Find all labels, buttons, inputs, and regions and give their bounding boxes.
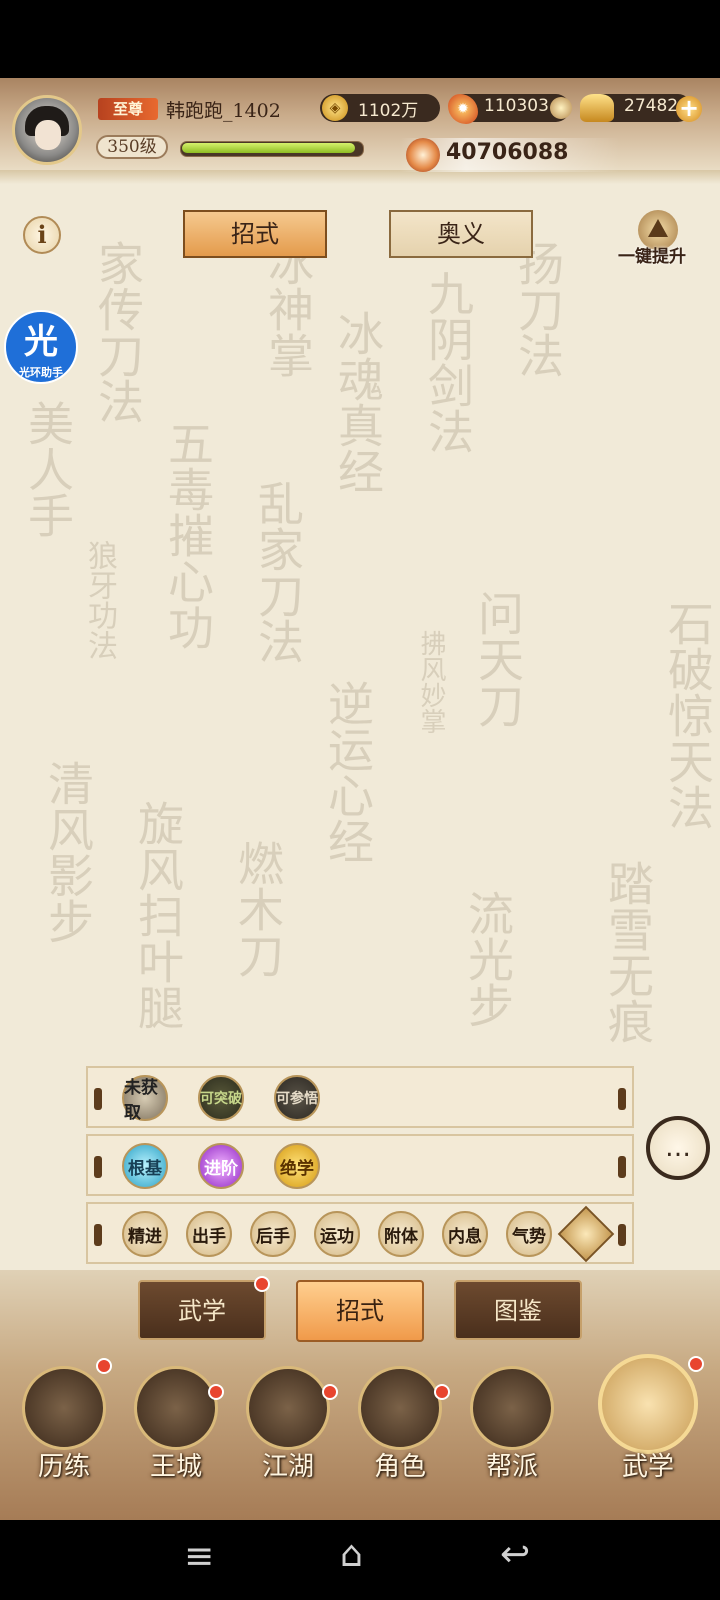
filter-comprehendable[interactable]: 可参悟 <box>274 1075 320 1121</box>
scroll-end-icon <box>618 1224 626 1246</box>
bg-title: 流光步 <box>461 890 515 1028</box>
bg-title: 冰神掌 <box>261 240 315 378</box>
silver-coin-icon <box>550 97 572 119</box>
home-icon[interactable]: ⌂ <box>340 1534 363 1575</box>
back-icon[interactable]: ↩ <box>500 1534 530 1575</box>
scroll-icon <box>598 1354 698 1454</box>
filter-basic[interactable]: 根基 <box>122 1143 168 1189</box>
player-level: 350级 <box>96 135 168 159</box>
notification-dot <box>322 1384 338 1400</box>
nav-training[interactable]: 历练 <box>10 1360 118 1482</box>
player-name: 韩跑跑_1402 <box>166 100 281 122</box>
copper-value: 1102万 <box>358 101 419 121</box>
rank-badge: 至尊 <box>98 98 158 120</box>
scroll-end-icon <box>618 1088 626 1110</box>
filter-ultimate[interactable]: 绝学 <box>274 1143 320 1189</box>
gold-ingot-icon <box>580 94 614 122</box>
bg-title: 拂风妙掌 <box>416 630 446 734</box>
nav-label: 江湖 <box>261 1452 314 1482</box>
bg-title: 美人手 <box>21 400 75 538</box>
guild-icon <box>470 1366 554 1450</box>
xp-bar-fill <box>182 143 355 153</box>
scroll-end-icon <box>94 1156 102 1178</box>
subtab-atlas[interactable]: 图鉴 <box>454 1280 582 1340</box>
nav-jianghu[interactable]: 江湖 <box>234 1360 342 1482</box>
filter-unobtained[interactable]: 未获取 <box>122 1075 168 1123</box>
filter-advanced[interactable]: 进阶 <box>198 1143 244 1189</box>
filter-row-tier: 根基 进阶 绝学 <box>86 1134 634 1196</box>
nav-guild[interactable]: 帮派 <box>458 1360 566 1482</box>
filter-breakable[interactable]: 可突破 <box>198 1075 244 1121</box>
filter-type[interactable]: 气势 <box>506 1211 552 1257</box>
expand-filters-icon[interactable] <box>557 1205 615 1263</box>
nav-label: 帮派 <box>485 1452 538 1482</box>
notification-dot <box>208 1384 224 1400</box>
info-button[interactable]: i <box>23 216 61 254</box>
one-click-upgrade-label: 一键提升 <box>618 247 686 267</box>
bg-title: 乱家刀法 <box>251 480 305 664</box>
bg-title: 逆运心经 <box>321 680 375 864</box>
subtab-martial-arts[interactable]: 武学 <box>138 1280 266 1340</box>
nav-martial-arts[interactable]: 武学 <box>594 1354 702 1482</box>
bg-title: 冰魂真经 <box>331 310 385 494</box>
halo-assistant-icon: 光 <box>24 322 58 362</box>
menu-icon[interactable]: ≡ <box>184 1536 214 1577</box>
tab-moves[interactable]: 招式 <box>183 210 327 258</box>
nav-label: 王城 <box>149 1452 202 1482</box>
notification-dot <box>434 1384 450 1400</box>
training-icon <box>22 1366 106 1450</box>
filter-type[interactable]: 附体 <box>378 1211 424 1257</box>
bg-title: 扬刀法 <box>511 240 565 378</box>
bg-title: 九阴剑法 <box>421 270 475 454</box>
filter-type[interactable]: 内息 <box>442 1211 488 1257</box>
nav-label: 历练 <box>37 1452 90 1482</box>
filter-row-type: 精进 出手 后手 运功 附体 内息 气势 <box>86 1202 634 1264</box>
subtab-moves[interactable]: 招式 <box>296 1280 424 1342</box>
bg-title: 家传刀法 <box>91 240 145 424</box>
filter-type[interactable]: 后手 <box>250 1211 296 1257</box>
notification-dot <box>96 1358 112 1374</box>
filter-row-status: 未获取 可突破 可参悟 <box>86 1066 634 1128</box>
nav-character[interactable]: 角色 <box>346 1360 454 1482</box>
bg-title: 五毒摧心功 <box>161 420 215 650</box>
chat-bubble-button[interactable]: … <box>646 1116 710 1180</box>
filter-type[interactable]: 精进 <box>122 1211 168 1257</box>
nav-label: 武学 <box>621 1452 674 1482</box>
character-icon <box>358 1366 442 1450</box>
nav-label: 角色 <box>373 1452 426 1482</box>
nav-royal-city[interactable]: 王城 <box>122 1360 230 1482</box>
filter-type[interactable]: 运功 <box>314 1211 360 1257</box>
city-gate-icon <box>134 1366 218 1450</box>
bg-title: 狼牙功法 <box>82 540 117 660</box>
bg-title: 石破惊天法 <box>661 600 715 830</box>
fire-value: 110303 <box>484 96 549 116</box>
bg-title: 清风影步 <box>41 760 95 944</box>
bg-title: 问天刀 <box>471 590 525 728</box>
filter-type[interactable]: 出手 <box>186 1211 232 1257</box>
combat-power: 40706088 <box>446 140 569 165</box>
header-shadow <box>0 170 720 184</box>
status-bar <box>0 0 720 78</box>
jianghu-icon <box>246 1366 330 1450</box>
scroll-end-icon <box>94 1224 102 1246</box>
halo-assistant-label: 光环助手 <box>19 366 63 379</box>
gold-value: 27482 <box>624 96 679 116</box>
bg-title: 旋风扫叶腿 <box>131 800 185 1030</box>
bg-title: 踏雪无痕 <box>601 860 655 1044</box>
player-avatar[interactable] <box>12 95 82 165</box>
tab-mysteries[interactable]: 奥义 <box>389 210 533 258</box>
notification-dot <box>688 1356 704 1372</box>
scroll-end-icon <box>94 1088 102 1110</box>
scroll-end-icon <box>618 1156 626 1178</box>
notification-dot <box>254 1276 270 1292</box>
combat-power-icon <box>406 138 440 172</box>
copper-coin-icon: ◈ <box>322 95 348 121</box>
add-currency-button[interactable]: + <box>676 96 702 122</box>
bg-title: 燃木刀 <box>231 840 285 978</box>
